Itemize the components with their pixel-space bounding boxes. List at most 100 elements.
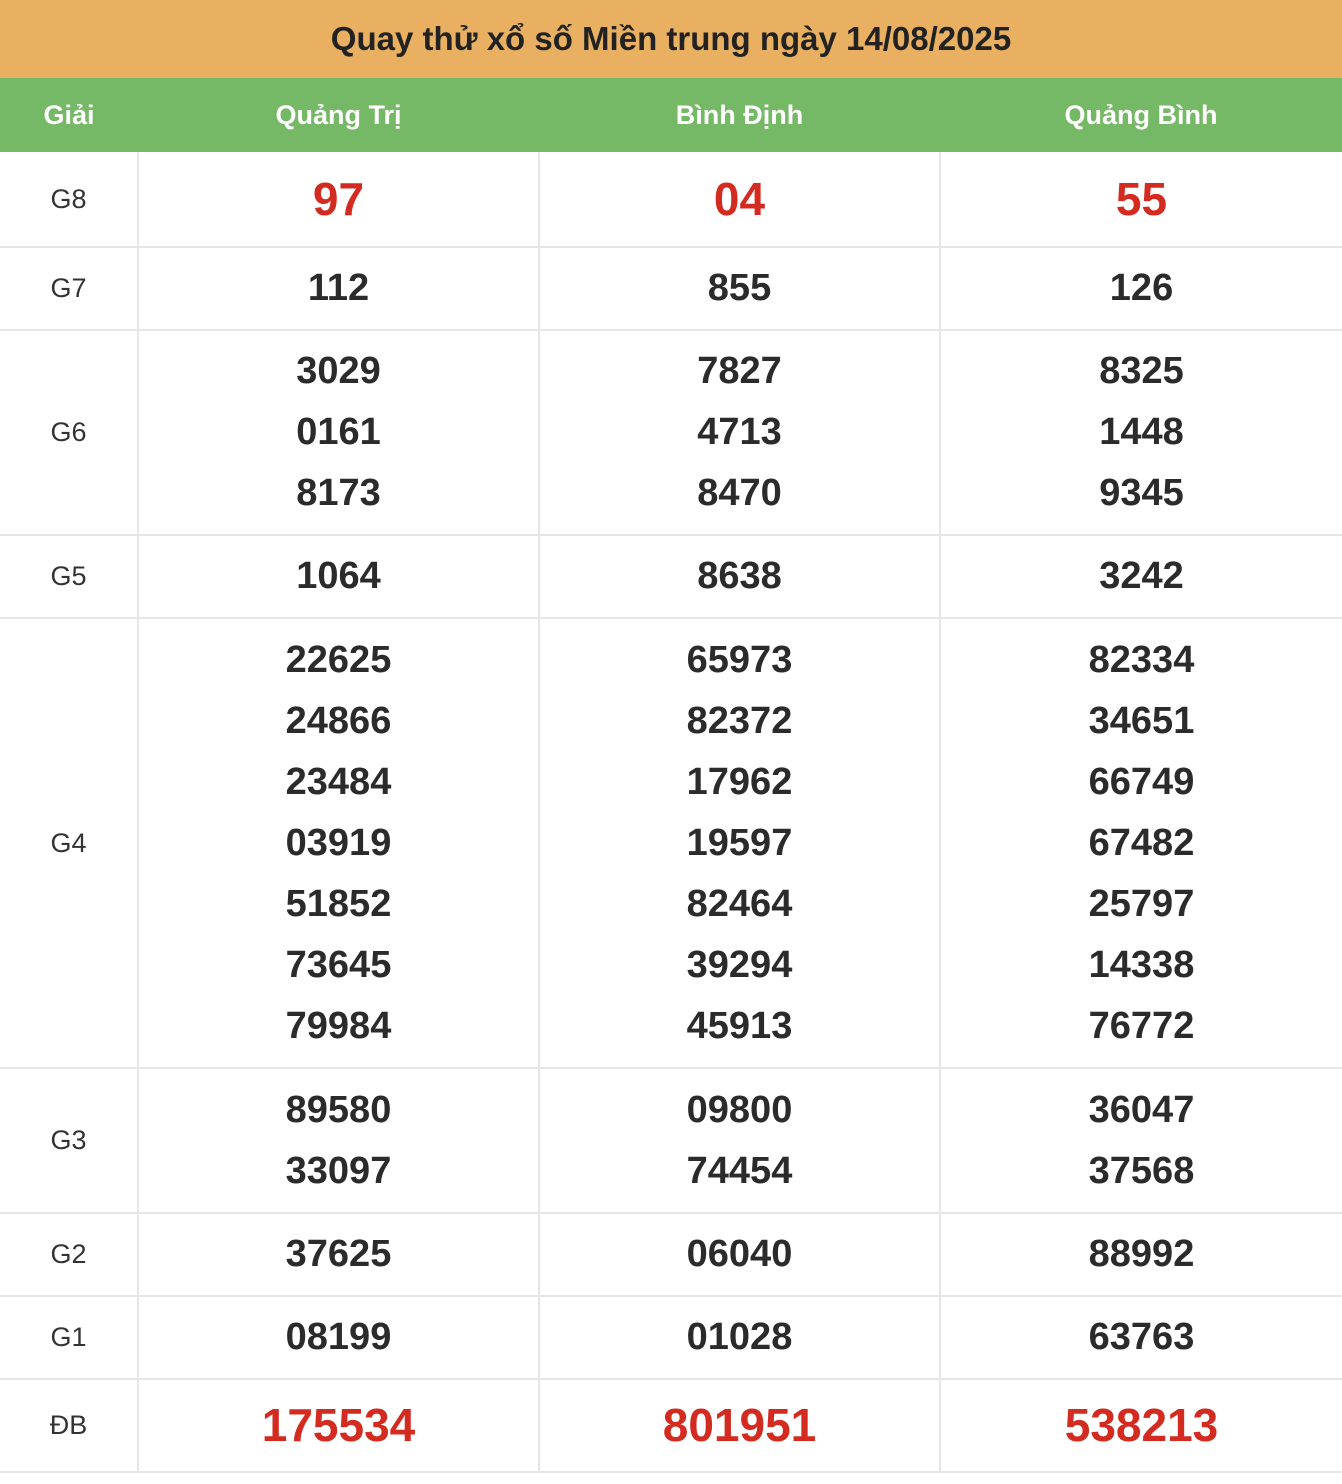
- result-number: 126: [1109, 267, 1174, 309]
- result-number: 4713: [697, 411, 782, 453]
- result-cell: 04: [538, 152, 941, 248]
- result-number: 08199: [285, 1316, 392, 1358]
- result-number: 37568: [1088, 1149, 1195, 1192]
- prize-label: G8: [0, 152, 139, 248]
- result-cell: 126: [939, 246, 1342, 331]
- result-number: 24866: [285, 699, 392, 742]
- result-cell: 37625: [137, 1212, 540, 1297]
- table-row: ĐB 175534 801951 538213: [0, 1378, 1342, 1473]
- result-number: 79984: [285, 1004, 392, 1047]
- header-prize: Giải: [43, 99, 95, 130]
- result-number: 06040: [686, 1233, 793, 1275]
- prize-label: G3: [0, 1067, 139, 1214]
- result-number: 801951: [662, 1399, 817, 1451]
- result-number: 04: [713, 172, 766, 225]
- table-header: Giải Quảng Trị Bình Định Quảng Bình: [0, 78, 1342, 152]
- result-cell: 63763: [939, 1295, 1342, 1380]
- header-province-1: Quảng Trị: [275, 99, 402, 130]
- result-number: 36047: [1088, 1088, 1195, 1131]
- result-number: 39294: [686, 943, 793, 986]
- result-number: 112: [307, 267, 370, 309]
- result-number: 3242: [1099, 555, 1184, 597]
- result-cell: 97: [137, 152, 540, 248]
- result-number: 23484: [285, 760, 392, 803]
- result-number: 14338: [1088, 943, 1195, 986]
- result-number: 45913: [686, 1004, 793, 1047]
- table-row: G4 22625 24866 23484 03919 51852 73645 79984 659…: [0, 617, 1342, 1069]
- prize-label: G4: [0, 617, 139, 1069]
- table-row: G7 112 855 126: [0, 246, 1342, 331]
- result-number: 25797: [1088, 882, 1195, 925]
- table-row: G5 1064 8638 3242: [0, 534, 1342, 619]
- result-cell: 175534: [137, 1378, 540, 1473]
- prize-label: G6: [0, 329, 139, 536]
- result-cell: 22625 24866 23484 03919 51852 73645 79984: [137, 617, 540, 1069]
- result-cell: 82334 34651 66749 67482 25797 14338 76772: [939, 617, 1342, 1069]
- header-province-2: Bình Định: [675, 99, 804, 130]
- result-number: 0161: [296, 411, 381, 453]
- result-number: 538213: [1064, 1399, 1219, 1451]
- result-cell: 89580 33097: [137, 1067, 540, 1214]
- result-number: 8638: [697, 555, 782, 597]
- result-number: 82464: [686, 882, 793, 925]
- page-title: Quay thử xổ số Miền trung ngày 14/08/202…: [0, 0, 1342, 78]
- result-number: 97: [312, 172, 365, 225]
- result-number: 65973: [686, 638, 793, 681]
- table-row: G3 89580 33097 09800 74454 36047 37568: [0, 1067, 1342, 1214]
- results-table: G8 97 04 55 G7 112 855 126 G6 3029 0161 8173 7827 471…: [0, 152, 1342, 1473]
- result-number: 09800: [686, 1088, 793, 1131]
- result-number: 8325: [1099, 350, 1184, 392]
- result-cell: 112: [137, 246, 540, 331]
- result-cell: 8325 1448 9345: [939, 329, 1342, 536]
- result-number: 63763: [1088, 1316, 1195, 1358]
- prize-label: G7: [0, 246, 139, 331]
- result-number: 37625: [285, 1233, 392, 1275]
- result-cell: 36047 37568: [939, 1067, 1342, 1214]
- header-province-3: Quảng Bình: [1064, 99, 1218, 130]
- result-cell: 538213: [939, 1378, 1342, 1473]
- table-row: G1 08199 01028 63763: [0, 1295, 1342, 1380]
- result-number: 74454: [686, 1149, 793, 1192]
- result-cell: 08199: [137, 1295, 540, 1380]
- result-number: 1448: [1099, 411, 1184, 453]
- result-number: 73645: [285, 943, 392, 986]
- result-cell: 3242: [939, 534, 1342, 619]
- result-cell: 801951: [538, 1378, 941, 1473]
- prize-label: ĐB: [0, 1378, 139, 1473]
- result-cell: 09800 74454: [538, 1067, 941, 1214]
- table-row: G6 3029 0161 8173 7827 4713 8470 8325 1448 9345: [0, 329, 1342, 536]
- result-number: 55: [1115, 172, 1168, 225]
- result-number: 9345: [1099, 472, 1184, 514]
- result-cell: 3029 0161 8173: [137, 329, 540, 536]
- result-number: 8470: [697, 472, 782, 514]
- result-cell: 855: [538, 246, 941, 331]
- result-number: 22625: [285, 638, 392, 681]
- result-cell: 06040: [538, 1212, 941, 1297]
- result-number: 7827: [697, 350, 782, 392]
- table-row: G8 97 04 55: [0, 152, 1342, 248]
- result-number: 03919: [285, 821, 392, 864]
- result-number: 67482: [1088, 821, 1195, 864]
- result-cell: 88992: [939, 1212, 1342, 1297]
- table-row: G2 37625 06040 88992: [0, 1212, 1342, 1297]
- result-number: 76772: [1088, 1004, 1195, 1047]
- result-cell: 1064: [137, 534, 540, 619]
- result-number: 82372: [686, 699, 793, 742]
- result-number: 88992: [1088, 1233, 1195, 1275]
- prize-label: G1: [0, 1295, 139, 1380]
- result-number: 01028: [686, 1316, 793, 1358]
- result-number: 33097: [285, 1149, 392, 1192]
- prize-label: G5: [0, 534, 139, 619]
- result-cell: 55: [939, 152, 1342, 248]
- result-number: 3029: [296, 350, 381, 392]
- prize-label: G2: [0, 1212, 139, 1297]
- result-cell: 7827 4713 8470: [538, 329, 941, 536]
- result-number: 19597: [686, 821, 793, 864]
- result-cell: 01028: [538, 1295, 941, 1380]
- result-number: 175534: [261, 1399, 416, 1451]
- result-number: 89580: [285, 1088, 392, 1131]
- result-number: 51852: [285, 882, 392, 925]
- result-number: 8173: [296, 472, 381, 514]
- result-number: 17962: [686, 760, 793, 803]
- result-cell: 8638: [538, 534, 941, 619]
